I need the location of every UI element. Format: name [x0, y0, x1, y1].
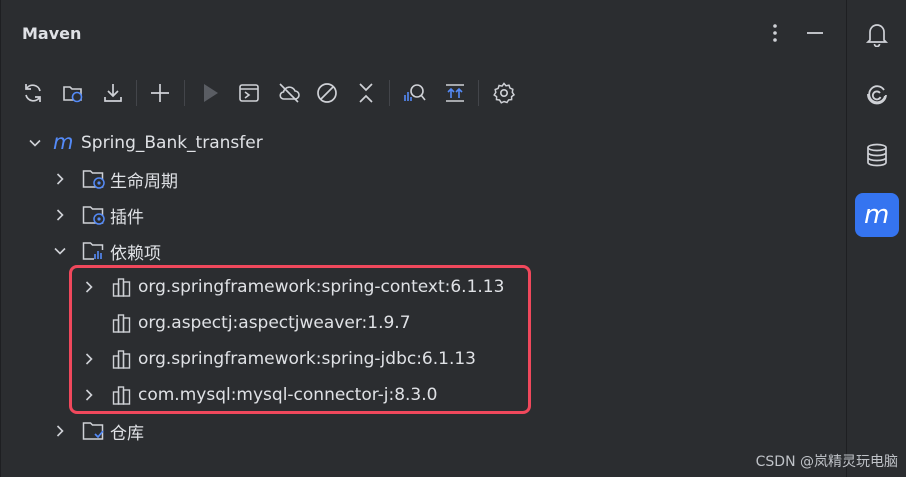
tree-item-dependencies[interactable]: 依赖项: [0, 233, 846, 269]
tree-item-project[interactable]: m Spring_Bank_transfer: [0, 125, 846, 161]
highlight-box: [69, 265, 531, 414]
right-tool-strip: m: [846, 0, 906, 477]
skip-tests-icon[interactable]: [312, 78, 342, 108]
ai-assistant-icon[interactable]: [855, 72, 899, 116]
chevron-right-icon[interactable]: [53, 172, 67, 186]
download-icon[interactable]: [98, 78, 128, 108]
minimize-icon[interactable]: [804, 22, 826, 44]
maven-tool-icon[interactable]: m: [855, 193, 899, 237]
tree-item-plugins[interactable]: 插件: [0, 197, 846, 233]
run-icon[interactable]: [195, 78, 225, 108]
panel-header: Maven: [0, 0, 846, 64]
execute-goal-icon[interactable]: [234, 78, 264, 108]
toolbar-separator: [136, 80, 137, 106]
notifications-icon[interactable]: [855, 12, 899, 56]
panel-title: Maven: [22, 24, 82, 43]
dependencies-label: 依赖项: [110, 243, 161, 264]
dependencies-folder-icon: [82, 240, 106, 262]
toolbar-separator: [478, 80, 479, 106]
add-icon[interactable]: [145, 78, 175, 108]
chevron-right-icon[interactable]: [53, 208, 67, 222]
lifecycle-folder-icon: [82, 168, 106, 190]
tree-item-repositories[interactable]: 仓库: [0, 413, 846, 449]
chevron-down-icon[interactable]: [53, 244, 67, 258]
lifecycle-label: 生命周期: [110, 171, 178, 192]
plugins-folder-icon: [82, 204, 106, 226]
toolbar: [12, 74, 532, 112]
repositories-label: 仓库: [110, 423, 144, 444]
more-options-icon[interactable]: [764, 22, 786, 44]
repositories-folder-icon: [82, 420, 106, 442]
tree-item-lifecycle[interactable]: 生命周期: [0, 161, 846, 197]
maven-panel: Maven m Spring_Bank_transfer 生命周期 插件 依赖项…: [0, 0, 846, 477]
settings-icon[interactable]: [489, 78, 519, 108]
database-icon[interactable]: [855, 133, 899, 177]
maven-project-icon: m: [52, 131, 78, 155]
project-name: Spring_Bank_transfer: [81, 133, 263, 153]
plugins-label: 插件: [110, 207, 144, 228]
svg-text:m: m: [53, 132, 73, 154]
toolbar-separator: [184, 80, 185, 106]
analyze-dependencies-icon[interactable]: [400, 78, 430, 108]
show-diagram-icon[interactable]: [440, 78, 470, 108]
chevron-down-icon[interactable]: [28, 136, 42, 150]
offline-icon[interactable]: [274, 78, 304, 108]
toolbar-separator: [389, 80, 390, 106]
watermark: CSDN @岚精灵玩电脑: [755, 454, 898, 470]
reload-icon[interactable]: [18, 78, 48, 108]
collapse-icon[interactable]: [351, 78, 381, 108]
chevron-right-icon[interactable]: [53, 424, 67, 438]
reload-projects-icon[interactable]: [58, 78, 88, 108]
svg-text:m: m: [864, 201, 889, 229]
